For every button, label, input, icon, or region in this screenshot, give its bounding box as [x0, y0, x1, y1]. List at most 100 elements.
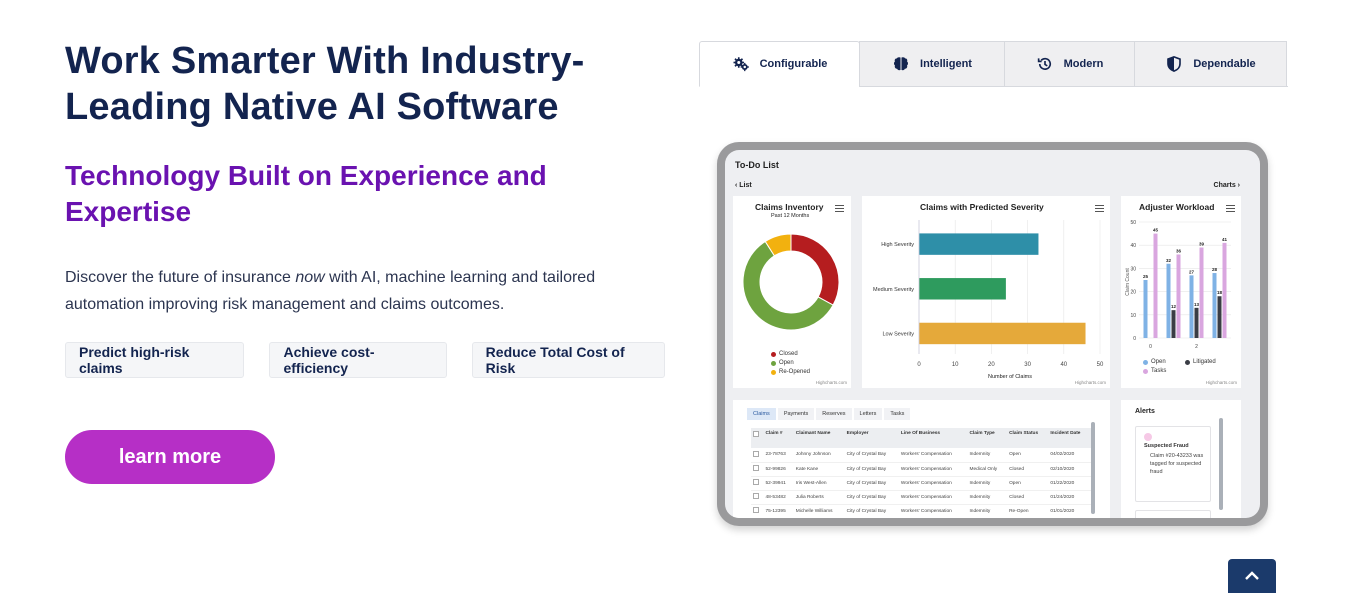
column-header[interactable]: Claim Type: [967, 428, 1008, 448]
tick-label: 2: [1195, 344, 1198, 350]
tab-tasks[interactable]: Tasks: [884, 408, 911, 420]
table-cell: Indemnity: [967, 490, 1008, 505]
table-row[interactable]: 52-39941 Iris West-Allen City of Crystal B…: [751, 476, 1091, 491]
table-cell: City of Crystal Bay: [844, 504, 899, 518]
legend-label: Open: [1151, 359, 1166, 365]
severity-xlabel: Number of Claims: [988, 374, 1033, 380]
table-cell: 23-78763: [763, 448, 794, 463]
pill-reduce-cost-of-risk: Reduce Total Cost of Risk: [471, 342, 666, 378]
alerts-scrollbar[interactable]: [1219, 418, 1223, 510]
tick-label: 20: [988, 362, 995, 368]
shield-icon: [1167, 55, 1182, 72]
data-label: 39: [1199, 242, 1205, 247]
legend-dot: [1185, 359, 1190, 365]
tick-label: 20: [1130, 290, 1136, 296]
workload-bar: [1189, 275, 1194, 338]
table-cell: Johnny Johnson: [793, 448, 845, 463]
next-alert[interactable]: [1135, 510, 1211, 518]
legend-reopened: Re-Opened: [771, 369, 810, 375]
category-label: High Severity: [881, 242, 914, 248]
table-row[interactable]: 23-78763 Johnny Johnson City of Crystal Ba…: [751, 448, 1091, 463]
severity-bar: [919, 278, 1006, 300]
legend-tasks: Tasks: [1143, 368, 1166, 374]
row-checkbox[interactable]: [753, 450, 759, 457]
page-subheadline: Technology Built on Experience and Exper…: [65, 158, 665, 230]
tab-reserves[interactable]: Reserves: [816, 408, 852, 420]
row-select-cell: [751, 490, 764, 505]
row-checkbox[interactable]: [753, 493, 759, 499]
tick-label: 10: [1130, 313, 1136, 319]
column-header[interactable]: Claim #: [763, 428, 794, 448]
table-cell: 04/02/2020: [1048, 448, 1091, 463]
legend-dot: [1143, 359, 1148, 365]
legend-closed: Closed: [771, 351, 798, 357]
column-header[interactable]: Employer: [844, 428, 899, 448]
brain-icon: [894, 57, 909, 71]
row-checkbox[interactable]: [753, 465, 759, 471]
y-axis-label: Claim Count: [1125, 268, 1131, 296]
claims-table: Claim # Claimant Name Employer Line Of B…: [751, 428, 1091, 518]
select-all-checkbox[interactable]: [753, 431, 759, 437]
tick-label: 30: [1024, 362, 1031, 368]
legend-dot: [771, 360, 776, 366]
table-cell: City of Crystal Bay: [844, 490, 899, 505]
alerts-card: Alerts Suspected Fraud Claim #20-43233 w…: [1121, 400, 1241, 518]
table-cell: 01/01/2020: [1048, 504, 1091, 518]
history-icon: [1037, 57, 1051, 70]
workload-bar: [1199, 247, 1204, 338]
table-cell: 52-39941: [763, 476, 794, 491]
table-cell: 48-53482: [763, 490, 794, 505]
desc-part-1: Discover the future of insurance: [65, 269, 296, 286]
page-headline: Work Smarter With Industry- Leading Nati…: [65, 38, 665, 130]
tab-claims[interactable]: Claims: [747, 408, 776, 420]
tab-payments[interactable]: Payments: [777, 408, 815, 420]
table-cell: City of Crystal Bay: [844, 462, 899, 477]
list-link[interactable]: ‹ List: [735, 182, 752, 189]
table-row[interactable]: 75-12395 Michelle Williams City of Crystal…: [751, 504, 1091, 518]
tab-intelligent[interactable]: Intelligent: [859, 41, 1005, 87]
column-header[interactable]: Line Of Business: [898, 428, 968, 448]
table-row[interactable]: 52-99826 Kate Kane City of Crystal Bay Work…: [751, 462, 1091, 477]
workload-bar-chart: 50403020100Claim Count 254532123627133928…: [1125, 220, 1231, 350]
charts-link[interactable]: Charts ›: [1214, 182, 1240, 189]
desc-emphasis: now: [295, 269, 325, 286]
donut-chart: [742, 233, 840, 331]
tick-label: 0: [1149, 344, 1152, 350]
donut-slice: [790, 233, 840, 306]
data-label: 12: [1171, 304, 1177, 309]
table-cell: Workers' Compensation: [898, 490, 968, 505]
severity-bar-chart: 0 10 20 30 40 50 High Severity Medium Severity L…: [873, 220, 1104, 368]
tick-label: 50: [1097, 362, 1104, 368]
legend-open: Open: [771, 360, 794, 366]
tab-label: Intelligent: [920, 58, 972, 70]
hero-description: Discover the future of insurance now wit…: [65, 264, 665, 318]
category-label: Low Severity: [883, 331, 915, 337]
tab-letters[interactable]: Letters: [853, 408, 883, 420]
headline-line-2: Leading Native AI Software: [65, 86, 559, 128]
scroll-to-top-button[interactable]: [1228, 559, 1276, 593]
legend-open: Open: [1143, 359, 1166, 365]
tab-modern[interactable]: Modern: [1004, 41, 1135, 87]
table-header-row: Claim # Claimant Name Employer Line Of B…: [751, 428, 1091, 448]
inventory-subtitle: Past 12 Months: [771, 213, 810, 219]
tick-label: 40: [1130, 243, 1136, 249]
column-header[interactable]: Claimant Name: [793, 428, 845, 448]
menu-icon[interactable]: [835, 205, 844, 212]
row-checkbox[interactable]: [753, 479, 759, 485]
claims-table-card: Claims Payments Reserves Letters Tasks C…: [733, 400, 1110, 518]
tab-dependable[interactable]: Dependable: [1134, 41, 1287, 87]
column-header[interactable]: Claim Status: [1007, 428, 1049, 448]
row-checkbox[interactable]: [753, 507, 759, 513]
table-row[interactable]: 48-53482 Julia Roberts City of Crystal Bay…: [751, 490, 1091, 505]
table-cell: Open: [1007, 476, 1049, 491]
dashboard-screen: To-Do List ‹ List Charts › Claims Invent…: [725, 150, 1260, 518]
learn-more-button[interactable]: learn more: [65, 430, 275, 484]
tab-configurable[interactable]: Configurable: [699, 41, 860, 87]
table-scrollbar[interactable]: [1091, 422, 1095, 514]
pill-predict-high-risk: Predict high-risk claims: [65, 342, 245, 378]
table-cell: City of Crystal Bay: [844, 448, 899, 463]
legend-label: Tasks: [1151, 368, 1167, 374]
fraud-alert[interactable]: Suspected Fraud Claim #20-43233 was tagg…: [1135, 426, 1211, 502]
column-header[interactable]: Incident Date: [1048, 428, 1091, 448]
data-label: 18: [1217, 290, 1223, 295]
